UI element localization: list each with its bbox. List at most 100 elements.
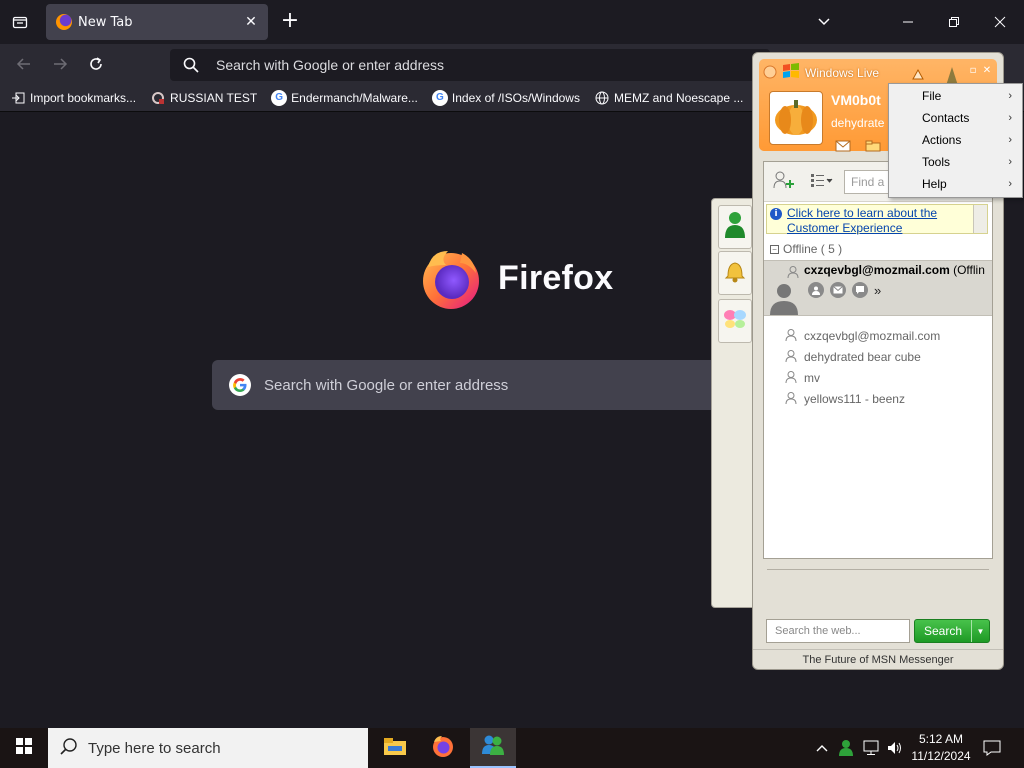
back-arrow-icon[interactable] <box>12 52 36 76</box>
close-window-icon[interactable] <box>986 8 1014 36</box>
butterfly-icon <box>722 306 748 336</box>
banner-scrollbar[interactable] <box>973 205 987 233</box>
side-tab-contacts[interactable] <box>718 205 752 249</box>
tray-messenger-icon[interactable] <box>834 728 858 768</box>
view-profile-icon[interactable] <box>808 282 824 298</box>
maximize-icon[interactable]: ▫ <box>967 65 979 77</box>
folder-icon <box>383 736 407 760</box>
contact-list-panel: i Click here to learn about the Customer… <box>763 161 993 559</box>
contact-status: (Offlin <box>953 263 985 277</box>
minimize-icon[interactable] <box>894 8 922 36</box>
bell-icon <box>723 258 747 288</box>
system-clock[interactable]: 5:12 AM 11/12/2024 <box>908 731 974 765</box>
contact-avatar-icon <box>766 279 802 315</box>
group-label: Offline ( 5 ) <box>783 242 843 256</box>
reload-icon[interactable] <box>84 52 108 76</box>
address-bar[interactable] <box>170 49 770 81</box>
web-search-button[interactable]: Search ▼ <box>914 619 990 643</box>
contact-item[interactable]: cxzqevbgl@mozmail.com <box>784 326 940 346</box>
menu-label: File <box>922 89 942 103</box>
search-icon <box>182 56 200 74</box>
bookmark-russian-test[interactable]: RUSSIAN TEST <box>150 90 257 106</box>
forward-arrow-icon[interactable] <box>48 52 72 76</box>
tab-title: New Tab <box>78 14 133 30</box>
menu-item-tools[interactable]: Tools › <box>889 151 1022 173</box>
contact-item[interactable]: mv <box>784 368 820 388</box>
side-tab-fun[interactable] <box>718 299 752 343</box>
side-tab-alerts[interactable] <box>718 251 752 295</box>
bookmark-isos-windows[interactable]: G Index of /ISOs/Windows <box>431 89 580 106</box>
contact-item[interactable]: yellows111 - beenz <box>784 389 905 409</box>
tab-close-icon[interactable]: ✕ <box>242 13 260 31</box>
bookmark-endermanch[interactable]: G Endermanch/Malware... <box>271 89 418 106</box>
bookmark-label: MEMZ and Noescape ... <box>613 90 744 105</box>
menu-item-file[interactable]: File › <box>889 85 1022 107</box>
network-icon[interactable] <box>860 728 884 768</box>
restore-icon[interactable] <box>940 8 968 36</box>
selected-contact[interactable]: cxzqevbgl@mozmail.com (Offlin » <box>764 260 992 316</box>
add-contact-button[interactable] <box>772 171 796 192</box>
send-email-icon[interactable] <box>830 282 846 298</box>
taskbar-search-input[interactable] <box>88 739 348 757</box>
buddy-offline-icon <box>784 328 798 345</box>
chevron-right-icon: › <box>1008 134 1012 146</box>
google-icon: G <box>431 89 448 106</box>
new-tab-button[interactable]: + <box>278 10 302 34</box>
personal-message[interactable]: dehydrate <box>831 116 884 130</box>
messenger-buddy-icon <box>480 734 506 760</box>
messenger-footer: The Future of MSN Messenger <box>753 649 1003 669</box>
bookmark-label: Index of /ISOs/Windows <box>451 90 580 105</box>
address-input[interactable] <box>216 49 756 81</box>
show-hidden-icons[interactable] <box>812 728 832 768</box>
taskbar-search-box[interactable] <box>48 728 368 768</box>
bookmark-import[interactable]: Import bookmarks... <box>10 90 136 106</box>
notifications-icon[interactable] <box>980 728 1004 768</box>
bookmark-memz[interactable]: MEMZ and Noescape ... <box>594 90 743 106</box>
user-display-name[interactable]: VM0b0t <box>831 92 881 108</box>
taskbar-file-explorer[interactable] <box>372 728 418 768</box>
taskbar-messenger[interactable] <box>470 728 516 768</box>
bookmark-label: RUSSIAN TEST <box>170 90 258 105</box>
bookmark-label: Endermanch/Malware... <box>291 90 418 105</box>
list-view-button[interactable] <box>810 172 834 192</box>
search-dropdown-icon[interactable]: ▼ <box>971 620 989 642</box>
folder-icon[interactable] <box>865 137 881 156</box>
windows-flag-icon <box>781 62 801 84</box>
menu-item-contacts[interactable]: Contacts › <box>889 107 1022 129</box>
menu-label: Tools <box>922 155 951 169</box>
mail-icon[interactable] <box>835 137 851 156</box>
start-button[interactable] <box>0 728 48 768</box>
menu-item-help[interactable]: Help › <box>889 173 1022 195</box>
menu-item-actions[interactable]: Actions › <box>889 129 1022 151</box>
tab-new-tab[interactable]: New Tab ✕ <box>46 4 268 40</box>
newtab-search-input[interactable] <box>264 360 724 410</box>
collapse-icon[interactable]: − <box>770 244 779 254</box>
group-header-offline[interactable]: − Offline ( 5 ) <box>764 240 992 258</box>
more-actions-icon[interactable]: » <box>874 283 881 298</box>
close-icon[interactable]: ✕ <box>981 65 993 77</box>
buddy-offline-icon <box>784 370 798 387</box>
list-options-icon <box>810 172 834 192</box>
info-icon: i <box>770 208 782 220</box>
messenger-main-menu: File › Contacts › Actions › Tools › Help › <box>888 83 1023 198</box>
firefox-branding: Firefox <box>418 245 613 311</box>
volume-icon[interactable] <box>884 728 906 768</box>
tab-list-icon[interactable] <box>8 10 32 34</box>
search-button-label: Search <box>923 624 963 638</box>
newtab-search-box[interactable] <box>212 360 732 410</box>
contact-item[interactable]: dehydrated bear cube <box>784 347 921 367</box>
divider <box>767 569 989 570</box>
web-search-input[interactable] <box>766 619 910 643</box>
msn-menu-icon[interactable] <box>763 64 777 83</box>
clock-time: 5:12 AM <box>918 732 964 746</box>
customer-experience-link[interactable]: Click here to learn about the Customer E… <box>787 206 967 236</box>
send-message-icon[interactable] <box>852 282 868 298</box>
globe-icon <box>594 90 610 106</box>
messenger-side-tabs <box>711 198 755 608</box>
user-avatar[interactable] <box>769 91 823 145</box>
chevron-right-icon: › <box>1008 178 1012 190</box>
customize-icon[interactable] <box>911 67 924 80</box>
import-icon <box>10 90 26 106</box>
taskbar-firefox[interactable] <box>420 728 466 768</box>
chevron-down-icon[interactable] <box>814 12 836 32</box>
